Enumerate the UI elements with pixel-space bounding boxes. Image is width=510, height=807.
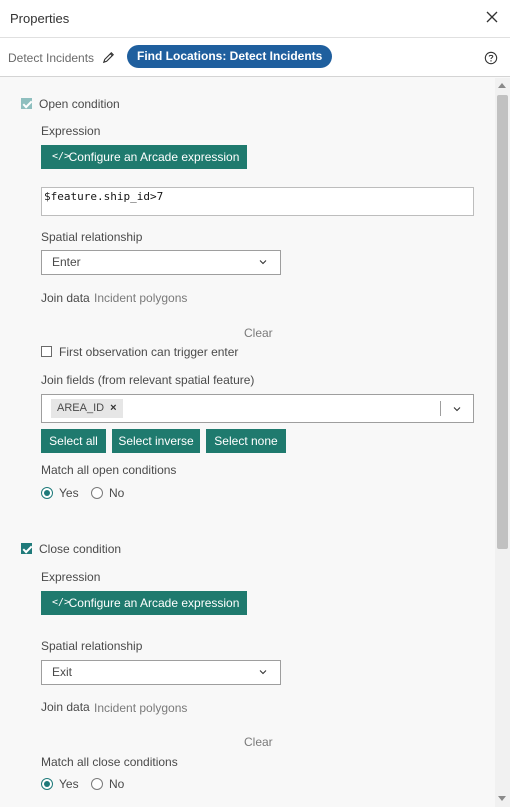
close-expression-label: Expression: [41, 570, 101, 584]
pencil-icon[interactable]: [101, 50, 116, 65]
vertical-scrollbar[interactable]: [495, 78, 510, 807]
open-condition-label: Open condition: [39, 97, 120, 111]
first-observation-label: First observation can trigger enter: [59, 345, 239, 359]
join-fields-select[interactable]: AREA_ID ×: [41, 394, 474, 423]
panel-title: Properties: [10, 11, 70, 26]
scroll-down-arrow-icon[interactable]: [498, 796, 506, 801]
open-match-no-label: No: [109, 486, 125, 500]
close-spatial-label: Spatial relationship: [41, 639, 143, 653]
open-configure-arcade-button[interactable]: </> Configure an Arcade expression: [41, 145, 247, 169]
chevron-down-icon[interactable]: [452, 404, 462, 414]
close-spatial-value: Exit: [52, 665, 73, 679]
chevron-down-icon: [259, 670, 267, 675]
open-match-yes-radio[interactable]: [41, 487, 53, 499]
close-match-yes-radio[interactable]: [41, 778, 53, 790]
close-configure-arcade-button[interactable]: </> Configure an Arcade expression: [41, 591, 247, 615]
open-configure-arcade-label: Configure an Arcade expression: [68, 150, 240, 164]
close-configure-arcade-label: Configure an Arcade expression: [68, 596, 240, 610]
open-join-data-value: Incident polygons: [94, 291, 188, 305]
close-clear-link[interactable]: Clear: [244, 735, 273, 749]
sub-toolbar: Detect Incidents Find Locations: Detect …: [0, 38, 510, 77]
open-clear-link[interactable]: Clear: [244, 326, 273, 340]
close-icon[interactable]: [484, 9, 500, 25]
panel-header: Properties: [0, 0, 510, 38]
open-expression-field[interactable]: $feature.ship_id>7: [41, 187, 474, 216]
code-icon: </>: [52, 151, 71, 162]
open-join-data-label: Join data: [41, 291, 90, 305]
join-field-chip-label: AREA_ID: [57, 402, 105, 414]
open-spatial-label: Spatial relationship: [41, 230, 143, 244]
open-spatial-value: Enter: [52, 255, 81, 269]
close-match-label: Match all close conditions: [41, 755, 178, 769]
analytic-name: Detect Incidents: [8, 51, 95, 65]
scroll-up-arrow-icon[interactable]: [498, 83, 506, 88]
close-condition-checkbox[interactable]: [21, 543, 32, 554]
open-match-label: Match all open conditions: [41, 463, 177, 477]
chevron-down-icon: [259, 260, 267, 265]
open-match-yes-label: Yes: [59, 486, 79, 500]
help-icon[interactable]: [484, 51, 498, 65]
code-icon: </>: [52, 597, 71, 608]
join-fields-label: Join fields (from relevant spatial featu…: [41, 373, 255, 387]
open-spatial-select[interactable]: Enter: [41, 250, 281, 275]
scrollbar-thumb[interactable]: [497, 95, 508, 549]
close-join-data-label: Join data: [41, 700, 90, 714]
select-none-button[interactable]: Select none: [206, 429, 286, 453]
close-match-no-label: No: [109, 777, 125, 791]
close-condition-label: Close condition: [39, 542, 122, 556]
close-join-data-value: Incident polygons: [94, 701, 188, 715]
select-all-button[interactable]: Select all: [41, 429, 106, 453]
select-divider: [440, 401, 441, 416]
open-condition-checkbox[interactable]: [21, 98, 32, 109]
first-observation-checkbox[interactable]: [41, 346, 52, 357]
select-inverse-button[interactable]: Select inverse: [112, 429, 200, 453]
close-match-yes-label: Yes: [59, 777, 79, 791]
close-match-no-radio[interactable]: [91, 778, 103, 790]
open-expression-label: Expression: [41, 124, 101, 138]
join-field-chip: AREA_ID ×: [51, 399, 123, 418]
close-spatial-select[interactable]: Exit: [41, 660, 281, 685]
remove-chip-icon[interactable]: ×: [110, 402, 116, 414]
node-pill[interactable]: Find Locations: Detect Incidents: [127, 45, 333, 68]
open-match-no-radio[interactable]: [91, 487, 103, 499]
